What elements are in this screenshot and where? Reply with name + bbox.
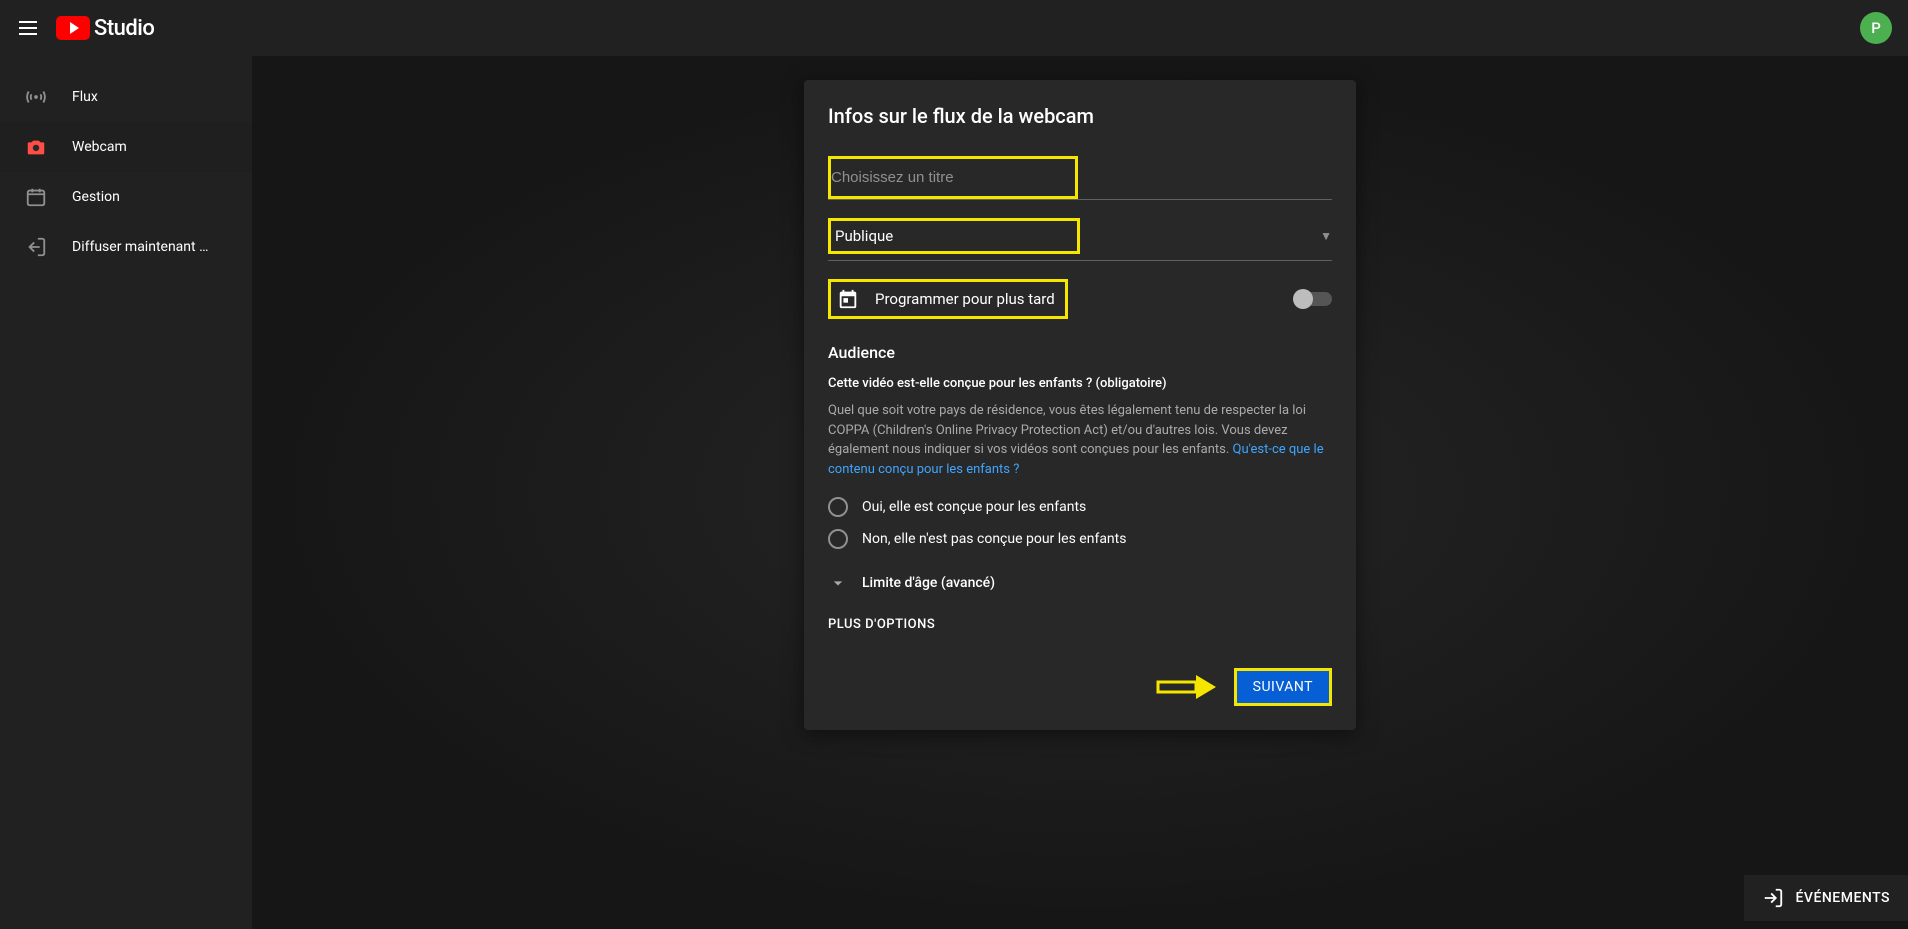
audience-question: Cette vidéo est-elle conçue pour les enf… [828, 376, 1332, 391]
schedule-toggle[interactable] [1296, 292, 1332, 306]
events-icon [1762, 887, 1784, 909]
schedule-label: Programmer pour plus tard [875, 290, 1055, 308]
main-content: Infos sur le flux de la webcam Publique … [252, 56, 1908, 929]
radio-icon [828, 497, 848, 517]
highlight-visibility: Publique [828, 218, 1080, 254]
sidebar-item-diffuser[interactable]: Diffuser maintenant … [0, 222, 252, 272]
visibility-value: Publique [831, 223, 1073, 249]
age-limit-expander[interactable]: Limite d'âge (avancé) [828, 573, 1332, 593]
camera-icon [24, 135, 48, 159]
exit-icon [24, 235, 48, 259]
logo-text: Studio [94, 16, 154, 41]
webcam-info-modal: Infos sur le flux de la webcam Publique … [804, 80, 1356, 730]
sidebar-item-webcam[interactable]: Webcam [0, 122, 252, 172]
arrow-annotation [1156, 673, 1218, 701]
sidebar-item-label: Webcam [72, 139, 127, 155]
youtube-studio-logo[interactable]: Studio [56, 16, 154, 41]
next-button[interactable]: SUIVANT [1237, 671, 1329, 703]
modal-title: Infos sur le flux de la webcam [828, 104, 1332, 128]
sidebar-item-label: Diffuser maintenant … [72, 239, 208, 255]
account-avatar[interactable]: P [1860, 12, 1892, 44]
audience-description: Quel que soit votre pays de résidence, v… [828, 401, 1332, 479]
radio-yes-kids[interactable]: Oui, elle est conçue pour les enfants [828, 497, 1332, 517]
highlight-next-button: SUIVANT [1234, 668, 1332, 706]
stream-title-input[interactable] [831, 161, 1071, 194]
modal-footer: SUIVANT [828, 668, 1332, 706]
age-limit-label: Limite d'âge (avancé) [862, 575, 995, 591]
title-field-row [828, 156, 1332, 200]
broadcast-icon [24, 85, 48, 109]
more-options-button[interactable]: PLUS D'OPTIONS [828, 617, 1332, 632]
events-button[interactable]: ÉVÉNEMENTS [1744, 875, 1908, 921]
sidebar-item-label: Flux [72, 89, 98, 105]
sidebar-nav: Flux Webcam Gestion Diffuser maintenant … [0, 56, 252, 929]
radio-icon [828, 529, 848, 549]
youtube-play-icon [56, 16, 90, 40]
events-label: ÉVÉNEMENTS [1796, 890, 1890, 906]
menu-toggle-button[interactable] [16, 16, 40, 40]
radio-label: Non, elle n'est pas conçue pour les enfa… [862, 531, 1126, 547]
header-left: Studio [16, 16, 154, 41]
app-header: Studio P [0, 0, 1908, 56]
calendar-today-icon [837, 288, 859, 310]
schedule-later-row: Programmer pour plus tard [828, 279, 1332, 319]
chevron-down-icon: ▼ [1320, 229, 1332, 243]
radio-no-kids[interactable]: Non, elle n'est pas conçue pour les enfa… [828, 529, 1332, 549]
highlight-title-input [828, 156, 1078, 199]
sidebar-item-label: Gestion [72, 189, 120, 205]
radio-label: Oui, elle est conçue pour les enfants [862, 499, 1086, 515]
highlight-schedule: Programmer pour plus tard [828, 279, 1068, 319]
visibility-select[interactable]: Publique ▼ [828, 218, 1332, 261]
audience-heading: Audience [828, 343, 1332, 362]
avatar-initial: P [1871, 19, 1881, 37]
chevron-down-icon [828, 573, 848, 593]
sidebar-item-flux[interactable]: Flux [0, 72, 252, 122]
calendar-icon [24, 185, 48, 209]
sidebar-item-gestion[interactable]: Gestion [0, 172, 252, 222]
